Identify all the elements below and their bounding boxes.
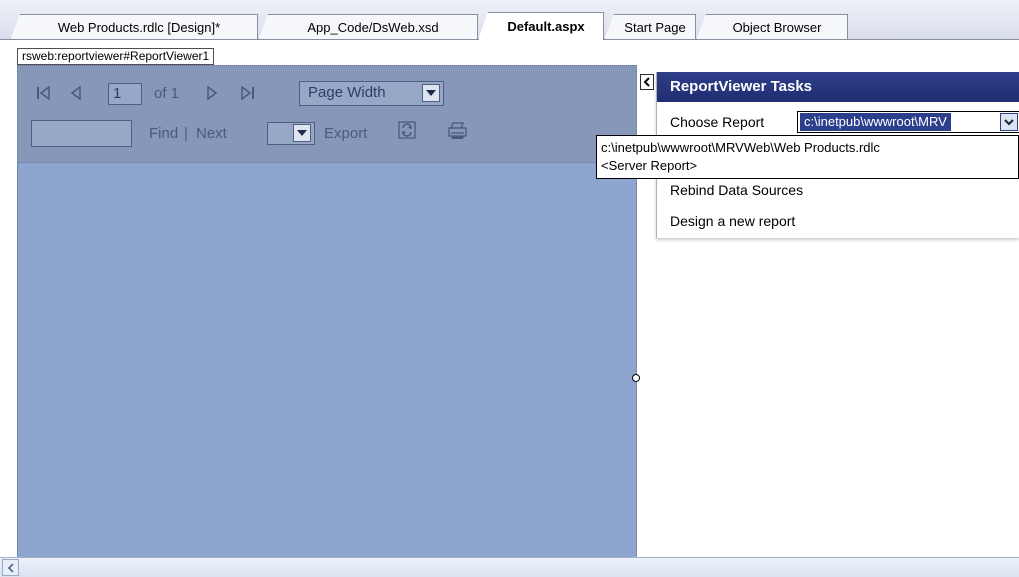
tab-web-products-rdlc-design[interactable]: Web Products.rdlc [Design]*	[10, 14, 258, 40]
tab-label: Start Page	[624, 20, 686, 35]
design-new-report-link[interactable]: Design a new report	[670, 213, 795, 229]
zoom-select[interactable]: Page Width	[299, 81, 444, 106]
tab-label: App_Code/DsWeb.xsd	[307, 20, 439, 35]
scroll-left-icon[interactable]	[2, 559, 19, 576]
tasks-panel-title: ReportViewer Tasks	[657, 72, 1019, 102]
document-tab-strip: Web Products.rdlc [Design]* App_Code/DsW…	[0, 0, 1019, 40]
export-link[interactable]: Export	[324, 125, 367, 142]
tab-default-aspx[interactable]: Default.aspx	[478, 12, 604, 40]
export-format-select[interactable]	[267, 122, 315, 145]
tab-start-page[interactable]: Start Page	[604, 14, 696, 40]
zoom-value: Page Width	[308, 84, 386, 101]
next-page-icon[interactable]	[206, 86, 218, 100]
rebind-data-sources-link[interactable]: Rebind Data Sources	[670, 182, 803, 198]
bottom-scroll-bar	[0, 557, 1019, 577]
choose-report-dropdown-list: c:\inetpub\wwwroot\MRVWeb\Web Products.r…	[596, 135, 1019, 179]
previous-page-icon[interactable]	[70, 86, 82, 100]
refresh-icon[interactable]	[398, 121, 416, 139]
resize-handle[interactable]	[632, 374, 640, 382]
tab-object-browser[interactable]: Object Browser	[696, 14, 848, 40]
chevron-down-icon[interactable]	[293, 124, 311, 142]
choose-report-select[interactable]: c:\inetpub\wwwroot\MRV	[797, 111, 1019, 133]
tab-label: Default.aspx	[507, 19, 585, 34]
tab-label: Object Browser	[732, 20, 822, 35]
report-option-server-report[interactable]: <Server Report>	[601, 157, 1018, 175]
find-link[interactable]: Find	[149, 125, 178, 142]
smart-tag-collapse-icon[interactable]	[640, 74, 654, 90]
chevron-down-icon[interactable]	[422, 84, 440, 102]
chevron-down-icon[interactable]	[1000, 113, 1018, 131]
choose-report-value: c:\inetpub\wwwroot\MRV	[800, 113, 951, 131]
report-option-web-products[interactable]: c:\inetpub\wwwroot\MRVWeb\Web Products.r…	[601, 139, 1018, 157]
first-page-icon[interactable]	[35, 86, 51, 100]
page-count-label: of 1	[154, 85, 180, 102]
report-viewer-control[interactable]: 1 of 1 Page Width Find | Next Export	[17, 65, 637, 560]
tab-app-code-dsweb-xsd[interactable]: App_Code/DsWeb.xsd	[258, 14, 478, 40]
report-viewer-toolbar: 1 of 1 Page Width Find | Next Export	[18, 66, 636, 163]
next-link[interactable]: Next	[196, 125, 227, 142]
print-icon[interactable]	[448, 122, 468, 140]
find-text-input[interactable]	[31, 120, 132, 147]
page-number-input[interactable]: 1	[108, 83, 142, 105]
control-tag-label: rsweb:reportviewer#ReportViewer1	[17, 48, 215, 65]
tab-label: Web Products.rdlc [Design]*	[57, 20, 221, 35]
last-page-icon[interactable]	[240, 86, 256, 100]
choose-report-label: Choose Report	[670, 114, 765, 130]
report-viewer-body	[18, 164, 636, 559]
find-separator: |	[184, 125, 188, 142]
